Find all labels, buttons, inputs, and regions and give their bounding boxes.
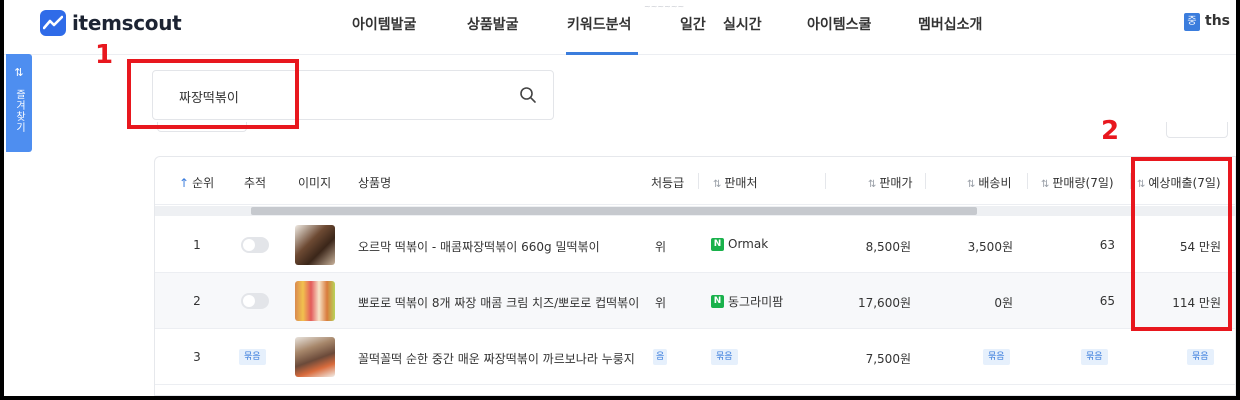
swap-icon: ⇅: [14, 66, 24, 79]
qty-cell: 63: [1099, 238, 1115, 252]
track-toggle[interactable]: [241, 293, 269, 309]
col-grade[interactable]: 처등급: [651, 174, 684, 191]
sort-asc-icon: ↑: [179, 176, 190, 190]
col-track: 추적: [244, 176, 267, 190]
rank-cell: 3: [193, 350, 201, 364]
annotation-label-1: 1: [95, 40, 114, 70]
shipping-cell: 0원: [994, 296, 1013, 310]
seller-name: Ormak: [728, 237, 769, 251]
col-rank[interactable]: ↑ 순위: [179, 174, 214, 191]
rank-cell: 1: [193, 238, 201, 252]
col-qty-label: 판매량(7일): [1052, 176, 1114, 190]
col-image: 이미지: [298, 176, 332, 190]
favorites-label: 즐겨찾기: [13, 89, 25, 133]
active-nav-indicator: [566, 52, 638, 55]
app-window: itemscout 아이템발굴 상품발굴 키워드분석 ~~~~~~ 일간 실시간…: [4, 0, 1236, 396]
product-name[interactable]: 오르막 떡볶이 - 매콤짜장떡볶이 660g 밀떡볶이: [358, 238, 646, 255]
col-seller[interactable]: ⇅ 판매처: [713, 174, 758, 191]
seller-cell[interactable]: N 동그라미팜: [711, 293, 783, 310]
col-product-name: 상품명: [358, 176, 392, 190]
table-row[interactable]: 1 오르막 떡볶이 - 매콤짜장떡볶이 660g 밀떡볶이 위 N Ormak …: [155, 217, 1235, 273]
price-cell: 7,500원: [865, 352, 911, 366]
bundle-tag: 묶음: [1187, 349, 1214, 365]
product-thumbnail[interactable]: [295, 281, 335, 321]
column-divider: [698, 173, 699, 189]
sort-icon: ⇅: [1041, 179, 1050, 190]
sort-icon: ⇅: [868, 179, 877, 190]
grade-cell: 위: [655, 296, 667, 310]
product-thumbnail[interactable]: [295, 337, 335, 377]
product-name[interactable]: 뽀로로 떡볶이 8개 짜장 매콤 크림 치즈/뽀로로 컵떡볶이: [358, 294, 646, 311]
track-toggle[interactable]: [241, 237, 269, 253]
col-price-label: 판매가: [879, 176, 913, 190]
col-price[interactable]: ⇅ 판매가: [868, 174, 913, 191]
col-rank-label: 순위: [192, 176, 215, 190]
horizontal-scrollbar[interactable]: [155, 206, 1235, 216]
annotation-box-2: [1131, 157, 1232, 331]
grade-cell: 위: [655, 240, 667, 254]
product-name[interactable]: 꼴떡꼴떡 순한 중간 매운 짜장떡볶이 까르보나라 누룽지: [358, 350, 646, 367]
logo[interactable]: itemscout: [40, 10, 182, 36]
search-icon[interactable]: [519, 86, 537, 104]
table-row[interactable]: 3 묶음 꼴떡꼴떡 순한 중간 매운 짜장떡볶이 까르보나라 누룽지 음 묶음 …: [155, 329, 1235, 385]
sort-icon: ⇅: [967, 179, 976, 190]
column-divider: [925, 173, 926, 189]
user-badge[interactable]: 중: [1184, 13, 1200, 31]
scrollbar-thumb[interactable]: [251, 207, 977, 215]
nav-item-product-discovery[interactable]: 상품발굴: [467, 14, 519, 34]
nav-item-item-school[interactable]: 아이템스쿨: [807, 14, 871, 34]
col-shipping[interactable]: ⇅ 배송비: [967, 174, 1012, 191]
price-cell: 8,500원: [865, 240, 911, 254]
nav-item-realtime[interactable]: 실시간: [723, 14, 762, 34]
naver-icon: N: [711, 237, 724, 251]
favorites-tab[interactable]: ⇅ 즐겨찾기: [6, 54, 32, 152]
nav-item-membership[interactable]: 멤버십소개: [918, 14, 982, 34]
nav-item-keyword-analysis[interactable]: 키워드분석: [567, 14, 631, 34]
shipping-cell: 3,500원: [967, 240, 1013, 254]
logo-icon: [40, 10, 66, 36]
seller-cell[interactable]: N Ormak: [711, 237, 768, 251]
bundle-tag: 묶음: [983, 349, 1010, 365]
bundle-tag: 묶음: [1081, 349, 1108, 365]
annotation-label-2: 2: [1101, 116, 1120, 146]
qty-cell: 65: [1099, 294, 1115, 308]
table-header: ↑ 순위 추적 이미지 상품명 처등급 ⇅ 판매처 ⇅ 판매가 ⇅ 배송비 ⇅ 판매량(7…: [155, 157, 1235, 205]
col-seller-label: 판매처: [724, 176, 758, 190]
rank-cell: 2: [193, 294, 201, 308]
column-divider: [825, 173, 826, 189]
user-name[interactable]: ths: [1205, 13, 1230, 29]
annotation-box-1: [127, 59, 299, 129]
naver-icon: N: [711, 295, 724, 308]
logo-text: itemscout: [72, 11, 182, 35]
table-row[interactable]: 2 뽀로로 떡볶이 8개 짜장 매콤 크림 치즈/뽀로로 컵떡볶이 위 N 동그…: [155, 273, 1235, 329]
nav-sub-hint: ~~~~~~: [644, 2, 685, 11]
sort-icon: ⇅: [713, 179, 722, 190]
bundle-tag: 묶음: [239, 349, 266, 365]
product-table: ↑ 순위 추적 이미지 상품명 처등급 ⇅ 판매처 ⇅ 판매가 ⇅ 배송비 ⇅ 판매량(7…: [154, 156, 1236, 396]
seller-name: 동그라미팜: [728, 295, 784, 309]
product-thumbnail[interactable]: [295, 225, 335, 265]
nav-item-daily[interactable]: 일간: [680, 14, 706, 34]
top-header: itemscout 아이템발굴 상품발굴 키워드분석 ~~~~~~ 일간 실시간…: [4, 0, 1236, 55]
nav-item-item-discovery[interactable]: 아이템발굴: [352, 14, 416, 34]
bundle-tag: 음: [653, 349, 668, 365]
price-cell: 17,600원: [857, 296, 911, 310]
column-divider: [1027, 173, 1028, 189]
col-qty[interactable]: ⇅ 판매량(7일): [1041, 174, 1114, 191]
col-shipping-label: 배송비: [978, 176, 1012, 190]
toolbar-button[interactable]: [1166, 122, 1228, 138]
bundle-tag: 묶음: [711, 349, 738, 365]
